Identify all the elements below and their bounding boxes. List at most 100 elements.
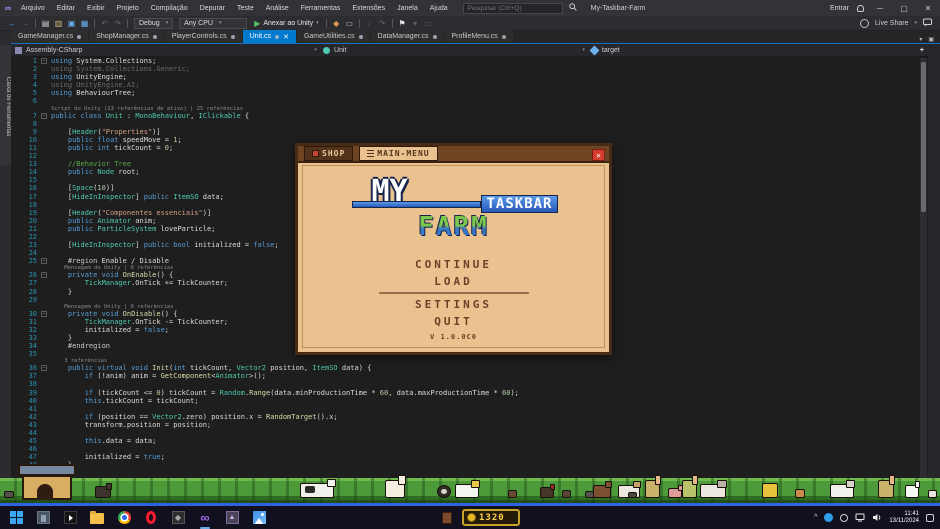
extra-tool-2-icon[interactable]: ▭ (422, 18, 435, 29)
menu-editar[interactable]: Editar (52, 3, 80, 14)
solution-config-dropdown[interactable]: Debug▾ (134, 18, 173, 29)
tab-datamanagercs[interactable]: DataManager.cs (371, 30, 444, 43)
code-line[interactable]: 40 this.tickCount = tickCount; (11, 397, 918, 405)
tab-unitcs[interactable]: Unit.cs✕ (243, 30, 296, 43)
tray-ring-icon[interactable] (840, 514, 848, 522)
llama-sprite[interactable] (385, 480, 405, 498)
extra-tool-icon[interactable]: ▾ (409, 18, 422, 29)
start-button[interactable] (8, 510, 24, 526)
live-share-icon[interactable] (860, 19, 869, 28)
purple-app-icon[interactable]: ▲ (224, 510, 240, 526)
code-line[interactable]: 36− public virtual void Init(int tickCou… (11, 364, 918, 372)
tab-profilemenucs[interactable]: ProfileMenu.cs (445, 30, 513, 43)
nav-back-icon[interactable]: ← (6, 18, 19, 29)
tab-list-icon[interactable]: ▾ (919, 36, 922, 43)
network-icon[interactable] (855, 513, 865, 522)
menu-load[interactable]: LOAD (303, 275, 604, 288)
search-icon[interactable] (569, 3, 577, 13)
code-line[interactable]: 6 (11, 97, 918, 105)
goat-sprite[interactable] (593, 485, 611, 498)
bag-sprite[interactable] (762, 483, 778, 498)
code-line[interactable]: 4using UnityEngine.AI; (11, 81, 918, 89)
save-icon[interactable]: ▣ (65, 18, 78, 29)
split-add-icon[interactable]: + (920, 47, 928, 54)
chick-sprite[interactable] (562, 490, 571, 498)
code-line[interactable]: 41 (11, 405, 918, 413)
farmer-sprite[interactable] (645, 480, 660, 498)
rock-sprite[interactable] (4, 491, 14, 498)
feedback-icon[interactable] (923, 18, 932, 29)
opera-icon[interactable] (143, 510, 159, 526)
code-line[interactable]: 5using BehaviourTree; (11, 89, 918, 97)
sheep-sprite[interactable] (700, 484, 726, 498)
chick-sprite[interactable] (508, 490, 517, 498)
gallery-app-icon[interactable] (251, 510, 267, 526)
menu-settings[interactable]: SETTINGS (303, 298, 604, 311)
menu-analise[interactable]: Análise (261, 3, 294, 14)
menu-continue[interactable]: CONTINUE (303, 258, 604, 271)
maximize-button[interactable]: ▢ (896, 4, 912, 13)
code-line[interactable]: 48 } (11, 461, 918, 469)
menu-janela[interactable]: Janela (392, 3, 423, 14)
code-line[interactable]: 2using System.Collections.Generic; (11, 65, 918, 73)
user-avatar-icon[interactable] (857, 5, 864, 12)
scrollbar-thumb[interactable] (921, 62, 926, 212)
code-line[interactable]: 3using UnityEngine; (11, 73, 918, 81)
code-line[interactable]: 38 (11, 380, 918, 388)
nav-forward-icon[interactable]: → (19, 18, 32, 29)
code-line[interactable]: 43 transform.position = position; (11, 421, 918, 429)
menu-arquivo[interactable]: Arquivo (16, 3, 50, 14)
step-into-icon[interactable]: ↓ (363, 18, 376, 29)
code-line[interactable]: 9 [Header("Properties")] (11, 128, 918, 136)
menu-teste[interactable]: Teste (232, 3, 259, 14)
code-line[interactable]: 46 (11, 445, 918, 453)
hen-sprite[interactable] (540, 487, 554, 498)
float-window-icon[interactable]: ▣ (928, 36, 934, 43)
code-line[interactable]: 39 if (tickCount <= 0) tickCount = Rando… (11, 389, 918, 397)
notification-icon[interactable] (926, 514, 934, 522)
undo-icon[interactable]: ↶ (98, 18, 111, 29)
game-close-icon[interactable]: ✕ (592, 149, 605, 161)
chick-sprite[interactable] (928, 490, 937, 498)
visual-studio-icon[interactable]: ∞ (197, 510, 213, 526)
menu-exibir[interactable]: Exibir (82, 3, 110, 14)
tab-gameutilitiescs[interactable]: GameUtilities.cs (297, 30, 370, 43)
close-button[interactable]: ✕ (920, 4, 936, 13)
farmer-sprite[interactable] (682, 480, 697, 498)
hot-reload-icon[interactable]: ◆ (330, 18, 343, 29)
clock[interactable]: 11:41 13/11/2024 (889, 511, 919, 525)
goat-sprite[interactable] (95, 486, 111, 498)
photos-app-icon[interactable] (35, 510, 51, 526)
tray-blue-app-icon[interactable] (824, 513, 833, 522)
cow-sprite[interactable] (300, 483, 334, 498)
taskbar-crate-icon[interactable] (442, 512, 452, 524)
search-input[interactable] (463, 3, 563, 14)
dog-sprite[interactable] (455, 484, 479, 498)
menu-quit[interactable]: QUIT (303, 315, 604, 328)
sign-in-label[interactable]: Entrar (830, 5, 849, 12)
attach-to-unity-button[interactable]: ▶Anexar ao Unity▾ (254, 19, 318, 28)
platform-dropdown[interactable]: Any CPU▾ (179, 18, 247, 29)
bookmark-icon[interactable]: ⚑ (396, 18, 409, 29)
tab-shopmanagercs[interactable]: ShopManager.cs (89, 30, 164, 43)
game-tab-main-menu[interactable]: MAIN-MENU (359, 146, 437, 161)
live-share-label[interactable]: Live Share (875, 20, 908, 27)
minimize-button[interactable]: ─ (872, 4, 888, 13)
dark-app-icon[interactable]: ◆ (170, 510, 186, 526)
open-file-icon[interactable]: ▥ (52, 18, 65, 29)
code-line[interactable]: 37 if (!anim) anim = GetComponent<Animat… (11, 372, 918, 380)
tab-playercontrolscs[interactable]: PlayerControls.cs (165, 30, 242, 43)
break-all-icon[interactable]: ▭ (343, 18, 356, 29)
game-tab-shop[interactable]: SHOP (304, 146, 353, 161)
pig-sprite[interactable] (668, 488, 682, 498)
editor-scrollbar[interactable] (920, 58, 927, 498)
new-file-icon[interactable]: ▤ (39, 18, 52, 29)
code-line[interactable]: 49 (11, 470, 918, 478)
class-dropdown[interactable]: Unit (323, 47, 346, 54)
coin-counter[interactable]: 1320 (462, 509, 520, 526)
tray-chevron-icon[interactable]: ^ (814, 514, 817, 521)
redo-icon[interactable]: ↷ (111, 18, 124, 29)
menu-compilacao[interactable]: Compilação (146, 3, 193, 14)
menu-depurar[interactable]: Depurar (195, 3, 230, 14)
tab-gamemanagercs[interactable]: GameManager.cs (11, 30, 88, 43)
